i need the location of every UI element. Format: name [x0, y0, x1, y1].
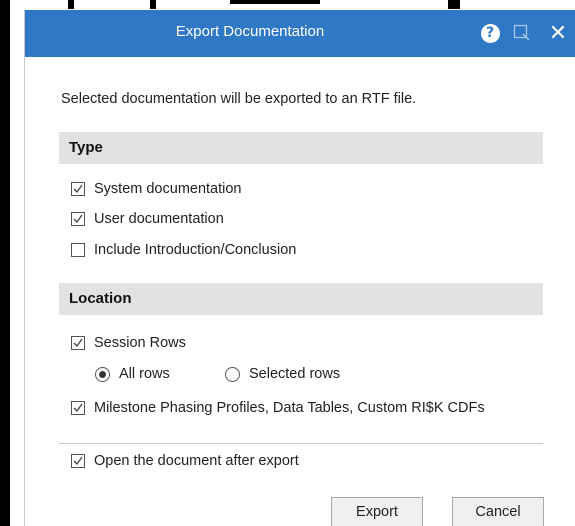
cancel-button[interactable]: Cancel — [452, 497, 544, 526]
system-documentation-checkbox[interactable] — [71, 182, 85, 196]
milestone-checkbox[interactable] — [71, 401, 85, 415]
background-stroke — [150, 0, 156, 9]
section-divider — [59, 443, 543, 444]
background-stroke — [68, 0, 74, 9]
dialog-description: Selected documentation will be exported … — [61, 91, 417, 107]
include-intro-conclusion-label: Include Introduction/Conclusion — [94, 242, 297, 258]
session-rows-option[interactable]: Session Rows — [71, 335, 186, 351]
user-documentation-checkbox[interactable] — [71, 212, 85, 226]
all-rows-label: All rows — [119, 366, 170, 382]
close-icon[interactable]: ✕ — [545, 20, 571, 46]
background-stroke — [448, 0, 460, 9]
user-documentation-label: User documentation — [94, 211, 224, 227]
help-icon-glyph: ? — [480, 23, 500, 43]
radio-selected-dot — [99, 370, 106, 378]
include-intro-conclusion-checkbox[interactable] — [71, 243, 85, 257]
help-icon[interactable]: ? — [477, 20, 503, 46]
type-section-header: Type — [59, 132, 543, 164]
checkmark-icon — [73, 456, 83, 466]
checkmark-icon — [73, 338, 83, 348]
screen-capture-icon-svg — [513, 24, 530, 41]
location-section-header: Location — [59, 283, 543, 315]
export-button[interactable]: Export — [331, 497, 423, 526]
checkmark-icon — [73, 214, 83, 224]
checkmark-icon — [73, 184, 83, 194]
user-documentation-option[interactable]: User documentation — [71, 211, 224, 227]
screen-capture-icon[interactable] — [509, 20, 535, 46]
open-after-export-label: Open the document after export — [94, 453, 299, 469]
all-rows-radio[interactable] — [95, 366, 110, 382]
include-intro-conclusion-option[interactable]: Include Introduction/Conclusion — [71, 242, 296, 258]
open-after-export-checkbox[interactable] — [71, 454, 85, 468]
open-after-export-option[interactable]: Open the document after export — [71, 453, 299, 469]
screenshot-page: Export Documentation ? ✕ Selected docume… — [0, 0, 575, 526]
dialog-titlebar: Export Documentation ? ✕ — [25, 10, 575, 57]
milestone-label: Milestone Phasing Profiles, Data Tables,… — [94, 400, 485, 416]
system-documentation-option[interactable]: System documentation — [71, 181, 242, 197]
background-stroke — [0, 40, 10, 526]
all-rows-option[interactable]: All rows — [95, 366, 170, 382]
milestone-option[interactable]: Milestone Phasing Profiles, Data Tables,… — [71, 400, 485, 416]
selected-rows-option[interactable]: Selected rows — [225, 366, 340, 382]
selected-rows-label: Selected rows — [249, 366, 341, 382]
export-documentation-dialog: Export Documentation ? ✕ Selected docume… — [24, 10, 575, 526]
background-stroke — [230, 0, 320, 4]
checkmark-icon — [73, 403, 83, 413]
dialog-title: Export Documentation — [175, 23, 325, 40]
session-rows-label: Session Rows — [94, 335, 186, 351]
session-rows-checkbox[interactable] — [71, 336, 85, 350]
background-stroke — [0, 0, 10, 40]
system-documentation-label: System documentation — [94, 181, 242, 197]
selected-rows-radio[interactable] — [225, 366, 240, 382]
